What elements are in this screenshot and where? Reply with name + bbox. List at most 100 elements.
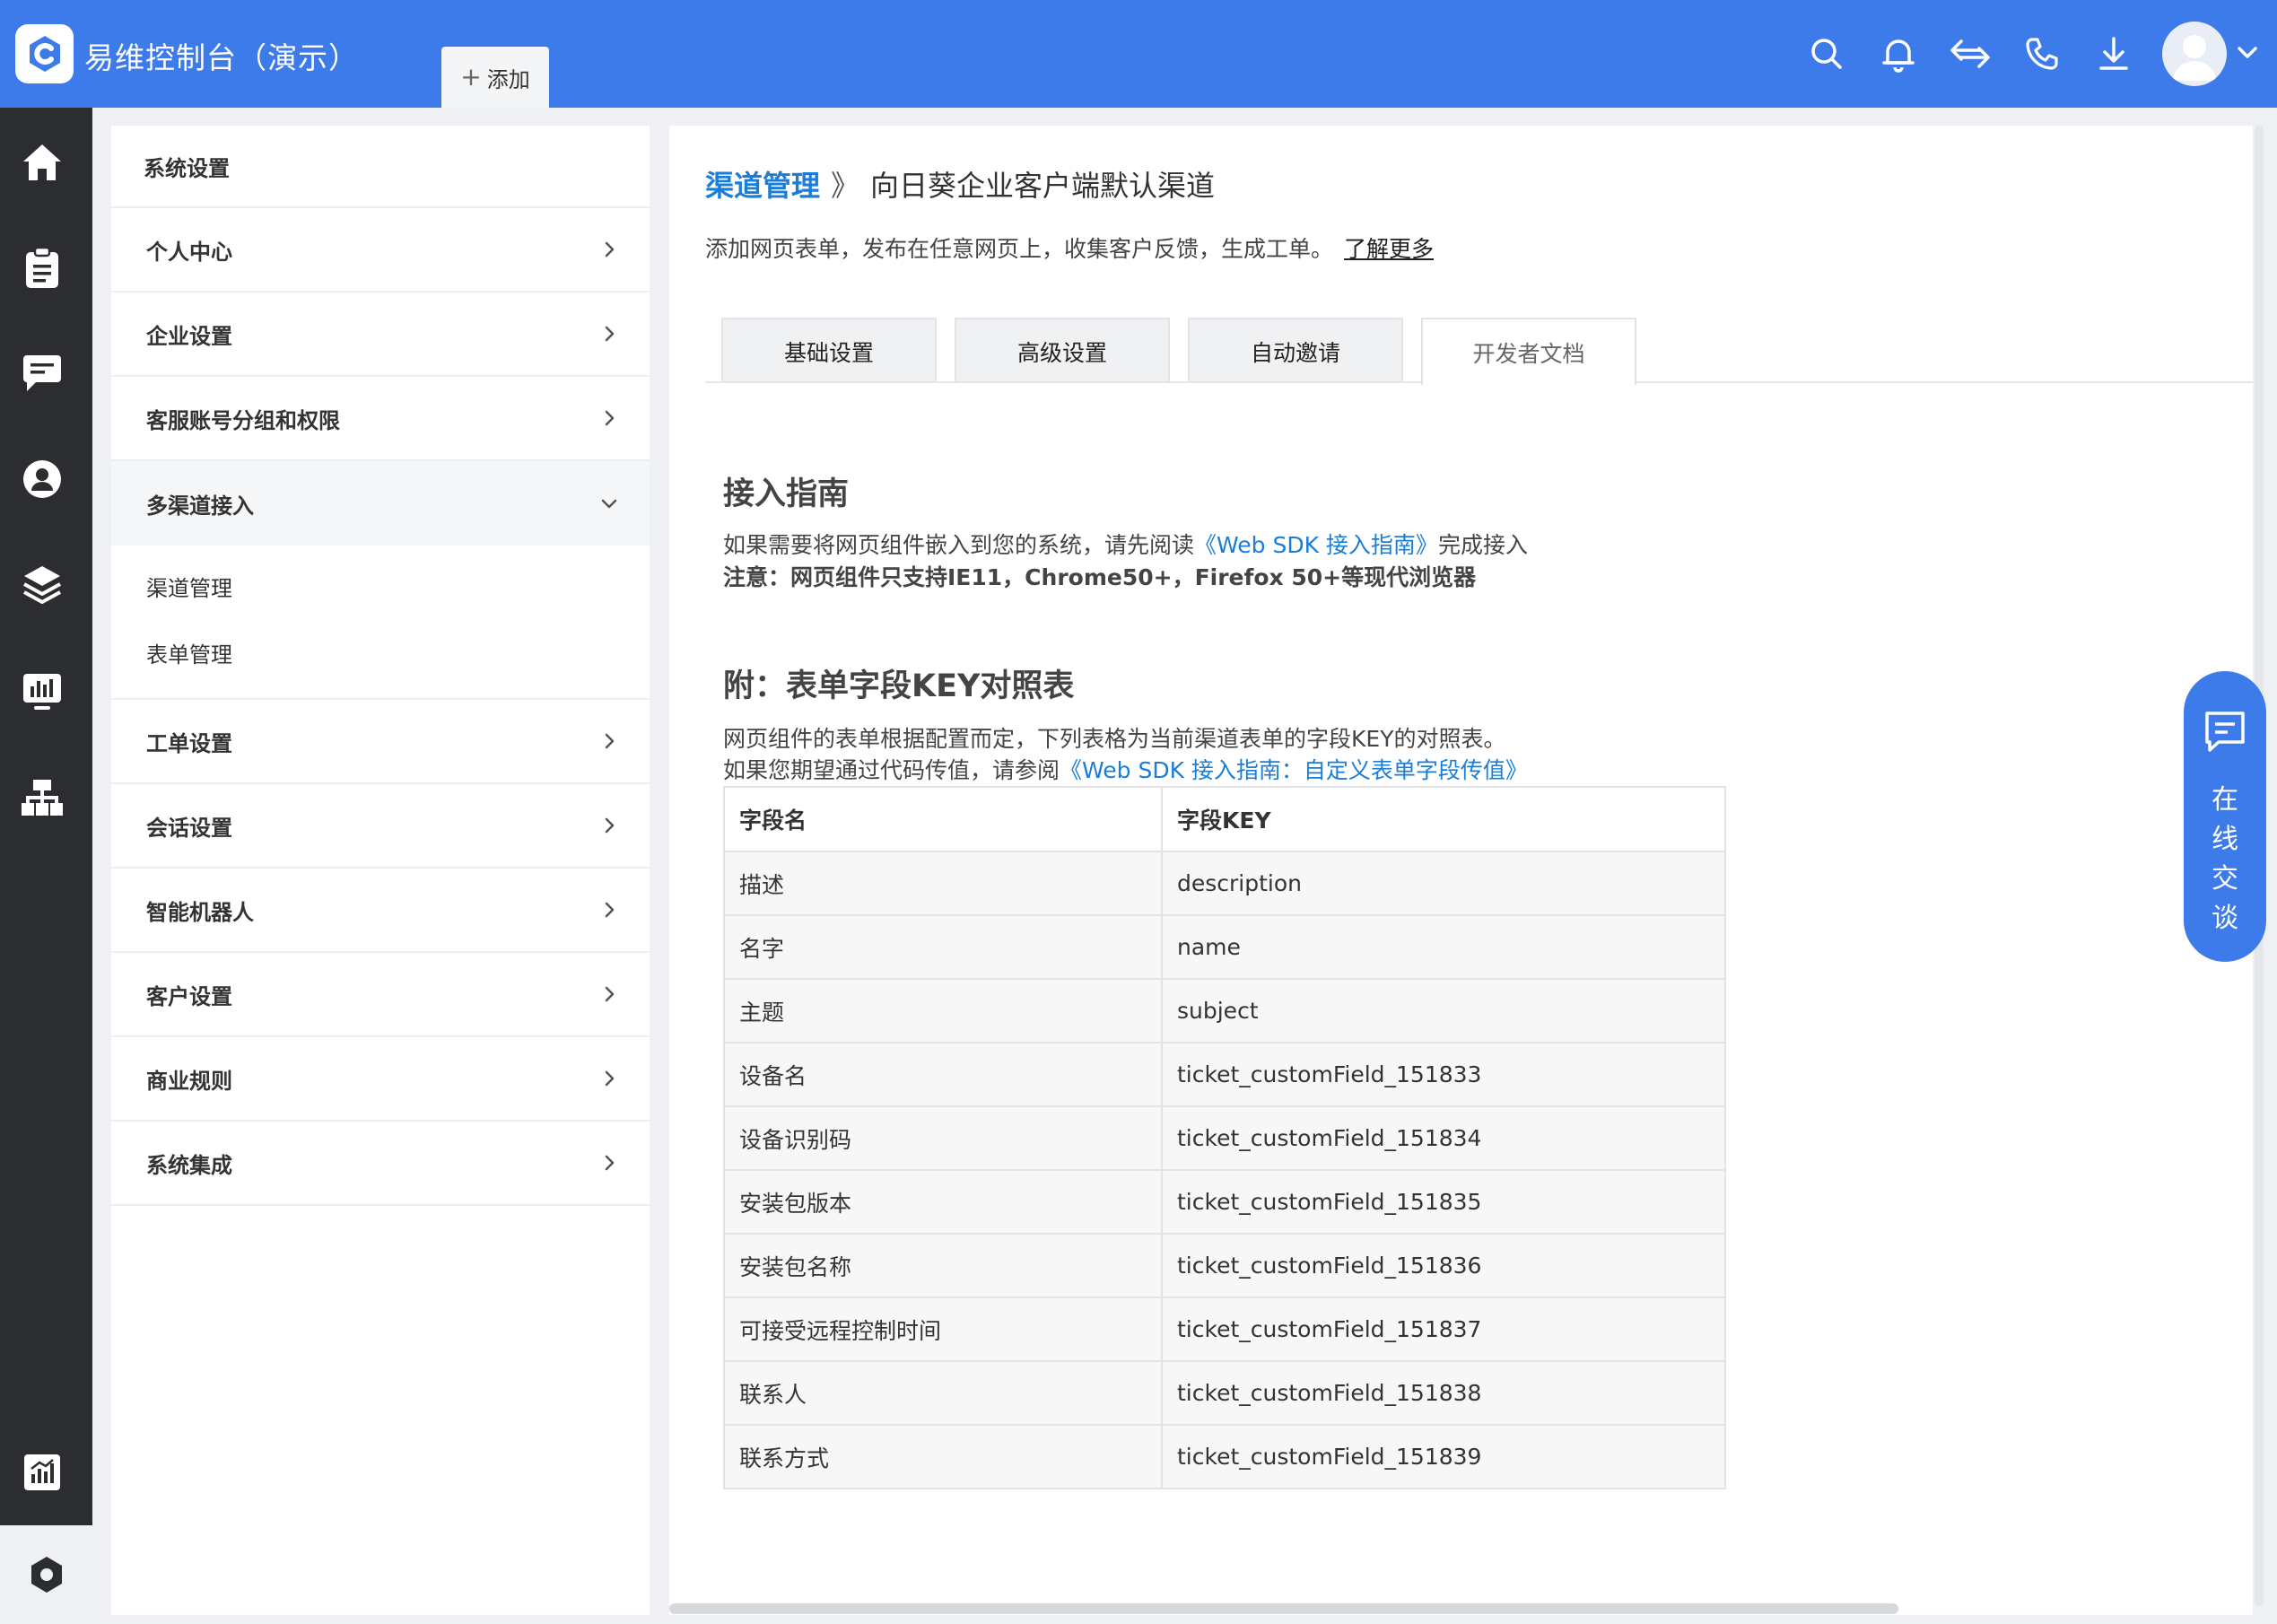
field-name-cell: 联系方式 [723,1424,1163,1489]
guide-line: 如果需要将网页组件嵌入到您的系统，请先阅读《Web SDK 接入指南》完成接入 [723,528,1528,560]
home-icon[interactable] [14,135,70,190]
horizontal-scrollbar[interactable] [669,1603,1898,1614]
main-panel: 渠道管理 》 向日葵企业客户端默认渠道 添加网页表单，发布在任意网页上，收集客户… [669,126,2253,1615]
menu-item-accounts[interactable]: 客服账号分组和权限 [111,377,650,461]
appendix-line-2: 如果您期望通过代码传值，请参阅《Web SDK 接入指南：自定义表单字段传值》 [723,753,1528,785]
message-icon [2205,712,2245,752]
field-key-table: 字段名 字段KEY 描述 description 名字 name 主题 subject… [723,786,1726,1489]
tab-developer-docs[interactable]: 开发者文档 [1421,318,1636,385]
chevron-right-icon [605,902,615,918]
field-key-cell: ticket_customField_151835 [1161,1169,1726,1235]
download-icon[interactable] [2089,27,2139,81]
guide-line-prefix: 如果需要将网页组件嵌入到您的系统，请先阅读 [723,532,1195,558]
user-icon[interactable] [14,451,70,507]
menu-item-integration[interactable]: 系统集成 [111,1122,650,1206]
top-bar: 易维控制台（演示） + 添加 [0,0,2277,108]
field-name-cell: 可接受远程控制时间 [723,1297,1163,1362]
monitor-chart-icon[interactable] [14,664,70,720]
bell-icon[interactable] [1873,27,1924,81]
table-row: 设备识别码 ticket_customField_151834 [723,1105,1726,1171]
sub-item-form-management[interactable]: 表单管理 [111,619,650,685]
guide-title: 接入指南 [723,476,850,512]
table-header-row: 字段名 字段KEY [723,786,1726,852]
field-name-cell: 安装包名称 [723,1233,1163,1298]
column-header: 字段KEY [1161,786,1726,852]
sdk-guide-link[interactable]: 《Web SDK 接入指南》 [1194,532,1438,558]
field-key-cell: name [1161,914,1726,980]
field-name-cell: 安装包版本 [723,1169,1163,1235]
chevron-right-icon [605,1070,615,1087]
menu-item-robot[interactable]: 智能机器人 [111,869,650,953]
settings-sidebar: 系统设置 个人中心 企业设置 客服账号分组和权限 多渠道接入 渠道管理 表单管理… [111,126,650,1615]
chevron-right-icon [605,733,615,749]
menu-item-label: 系统集成 [146,1152,232,1178]
menu-item-label: 多渠道接入 [146,493,254,519]
table-row: 联系方式 ticket_customField_151839 [723,1424,1726,1489]
field-name-cell: 设备识别码 [723,1105,1163,1171]
field-name-cell: 主题 [723,978,1163,1043]
chevron-right-icon [605,410,615,426]
menu-item-label: 智能机器人 [146,899,254,925]
field-key-cell: ticket_customField_151834 [1161,1105,1726,1171]
menu-item-multichannel[interactable]: 多渠道接入 [111,461,650,546]
table-row: 主题 subject [723,978,1726,1043]
layers-icon[interactable] [14,557,70,613]
chevron-right-icon [605,986,615,1002]
field-key-cell: ticket_customField_151838 [1161,1360,1726,1426]
menu-item-session[interactable]: 会话设置 [111,784,650,869]
field-name-cell: 联系人 [723,1360,1163,1426]
menu-item-label: 企业设置 [146,323,232,349]
transfer-icon[interactable] [1945,27,1995,81]
appendix-line-1: 网页组件的表单根据配置而定，下列表格为当前渠道表单的字段KEY的对照表。 [723,726,1506,752]
tab-auto-invite[interactable]: 自动邀请 [1188,318,1403,383]
chevron-right-icon [605,326,615,342]
app-title: 易维控制台（演示） [84,40,359,75]
menu-item-enterprise[interactable]: 企业设置 [111,292,650,377]
chevron-down-icon[interactable] [2234,39,2261,66]
table-row: 可接受远程控制时间 ticket_customField_151837 [723,1297,1726,1362]
tab-basic-settings[interactable]: 基础设置 [721,318,937,383]
tab-advanced-settings[interactable]: 高级设置 [955,318,1170,383]
menu-item-ticket[interactable]: 工单设置 [111,700,650,784]
app-logo[interactable] [15,24,74,83]
menu-item-label: 商业规则 [146,1068,232,1094]
chevron-right-icon [605,1155,615,1171]
report-icon[interactable] [14,1445,70,1500]
org-chart-icon[interactable] [14,770,70,825]
custom-field-guide-link[interactable]: 《Web SDK 接入指南：自定义表单字段传值》 [1060,757,1528,783]
sub-item-channel-management[interactable]: 渠道管理 [111,553,650,619]
chat-icon[interactable] [14,345,70,401]
field-key-cell: ticket_customField_151836 [1161,1233,1726,1298]
field-name-cell: 设备名 [723,1042,1163,1107]
field-name-cell: 名字 [723,914,1163,980]
chevron-right-icon [605,241,615,258]
settings-hex-icon[interactable] [0,1525,92,1624]
menu-item-customer[interactable]: 客户设置 [111,953,650,1037]
appendix-title: 附：表单字段KEY对照表 [723,668,1075,704]
menu-item-business-rules[interactable]: 商业规则 [111,1037,650,1122]
search-icon[interactable] [1802,27,1852,81]
table-row: 描述 description [723,851,1726,916]
menu-item-label: 个人中心 [146,239,232,265]
add-tab-button[interactable]: + 添加 [441,47,549,108]
clipboard-icon[interactable] [14,240,70,296]
chevron-right-icon [605,817,615,834]
logo-icon [29,36,60,72]
appendix-line-prefix: 如果您期望通过代码传值，请参阅 [723,757,1060,783]
chevron-down-icon [601,499,617,509]
menu-item-label: 客户设置 [146,983,232,1009]
menu-item-personal[interactable]: 个人中心 [111,208,650,292]
menu-item-label: 客服账号分组和权限 [146,407,340,433]
table-row: 设备名 ticket_customField_151833 [723,1042,1726,1107]
online-chat-button[interactable]: 在线交谈 [2184,671,2266,962]
table-row: 联系人 ticket_customField_151838 [723,1360,1726,1426]
column-header: 字段名 [723,786,1163,852]
field-name-cell: 描述 [723,851,1163,916]
avatar[interactable] [2162,22,2227,86]
table-row: 名字 name [723,914,1726,980]
phone-icon[interactable] [2017,27,2067,81]
field-key-cell: ticket_customField_151833 [1161,1042,1726,1107]
field-key-cell: ticket_customField_151837 [1161,1297,1726,1362]
table-row: 安装包名称 ticket_customField_151836 [723,1233,1726,1298]
menu-item-label: 工单设置 [146,730,232,756]
